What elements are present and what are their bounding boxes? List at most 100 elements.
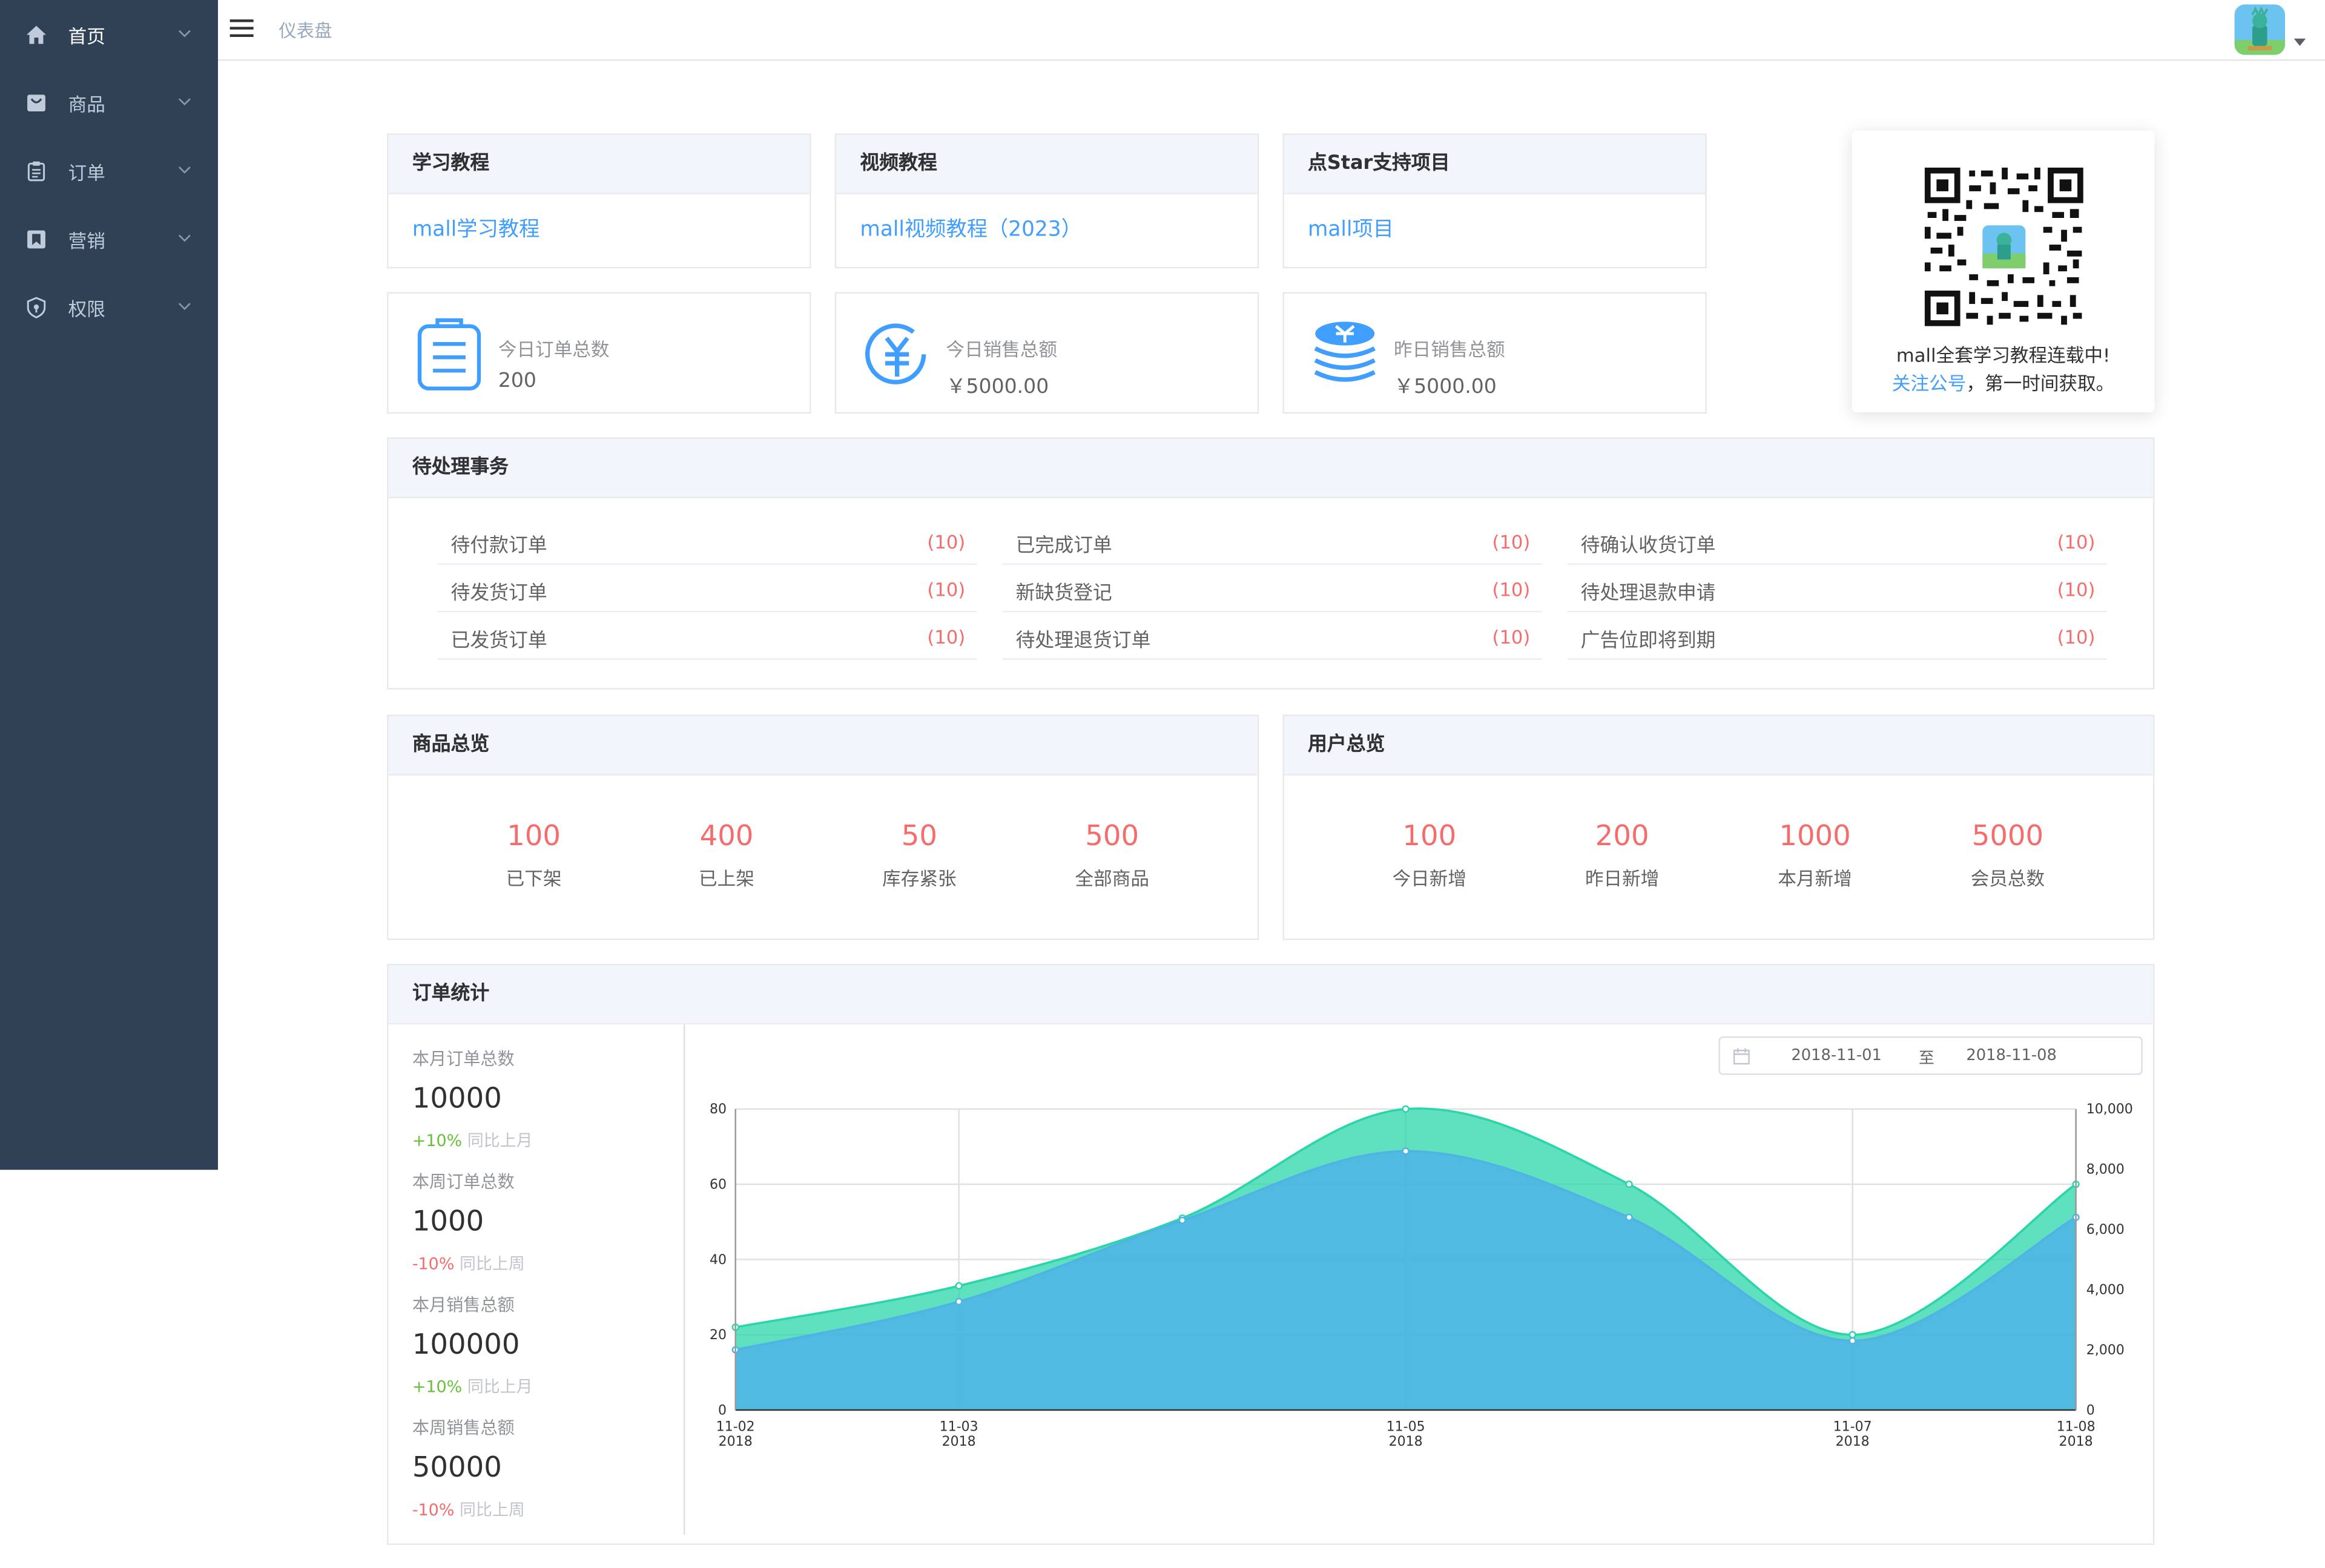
summary-title: 本月订单总数: [412, 1048, 515, 1069]
sidebar-item-label: 订单: [68, 160, 105, 183]
coins-icon: [1314, 321, 1376, 382]
learning-tutorial-link[interactable]: mall学习教程: [412, 218, 540, 242]
qrcode-caption: mall全套学习教程连载中!: [1896, 344, 2111, 366]
todo-item[interactable]: 已完成订单 (10): [1002, 518, 1542, 565]
overview-label: 本月新增: [1778, 867, 1852, 890]
todo-label[interactable]: 广告位即将到期: [1581, 624, 1716, 653]
stat-title: 今日销售总额: [946, 338, 1058, 361]
qrcode-card: mall全套学习教程连载中! 关注公号，第一时间获取。: [1852, 130, 2155, 412]
card-title: 学习教程: [388, 134, 810, 194]
x-tick-label: 11-05: [1387, 1419, 1425, 1434]
follow-link[interactable]: 关注公号: [1892, 372, 1966, 395]
sidebar-item-label: 商品: [68, 93, 105, 115]
todo-item[interactable]: 已发货订单 (10): [437, 612, 977, 660]
stat-today-sales: 今日销售总额 ￥5000.00: [834, 292, 1259, 414]
data-point: [1625, 1213, 1633, 1221]
data-point: [1625, 1181, 1633, 1188]
marketing-icon: [24, 227, 47, 251]
summary-title: 本周销售总额: [412, 1417, 515, 1438]
overview-value: 5000: [1971, 820, 2044, 853]
date-start-input[interactable]: 2018-11-01: [1791, 1047, 1881, 1064]
overview-label: 已上架: [699, 867, 754, 890]
overview-item: 400 已上架: [645, 820, 808, 891]
summary-change: -10% 同比上周: [412, 1497, 679, 1521]
tutorial-card-learning: 学习教程 mall学习教程: [387, 133, 811, 269]
overview-item: 200 昨日新增: [1541, 820, 1704, 891]
todo-item[interactable]: 待付款订单 (10): [437, 518, 977, 565]
qrcode-caption-2: 关注公号，第一时间获取。: [1852, 367, 2155, 396]
change-compare: 同比上月: [467, 1131, 533, 1151]
avatar-icon[interactable]: [2234, 4, 2285, 55]
todo-label[interactable]: 已发货订单: [450, 624, 547, 653]
sidebar-item-home[interactable]: 首页: [0, 0, 218, 68]
todo-label[interactable]: 待发货订单: [450, 577, 547, 605]
x-tick-year: 2018: [1836, 1434, 1870, 1449]
y-right-tick-label: 2,000: [2086, 1343, 2125, 1358]
y-left-tick-label: 0: [718, 1403, 727, 1418]
sidebar-item-label: 营销: [68, 229, 105, 252]
video-tutorial-link[interactable]: mall视频教程（2023）: [860, 218, 1081, 242]
data-point: [1848, 1337, 1856, 1345]
yuan-icon: [865, 323, 926, 384]
order-icon: [24, 159, 47, 182]
overview-value: 50: [901, 820, 937, 853]
tutorial-card-star: 点Star支持项目 mall项目: [1282, 133, 1707, 269]
todo-item[interactable]: 待处理退货订单 (10): [1002, 612, 1542, 660]
breadcrumb[interactable]: 仪表盘: [279, 18, 332, 43]
y-left-tick-label: 40: [710, 1253, 727, 1268]
chevron-down-icon: [178, 234, 191, 242]
sidebar-item-order[interactable]: 订单: [0, 136, 218, 205]
change-percent: +10%: [412, 1131, 463, 1151]
data-point: [1848, 1331, 1856, 1339]
sidebar-item-permission[interactable]: 权限: [0, 273, 218, 341]
summary-value: 100000: [412, 1328, 520, 1362]
hamburger-icon[interactable]: [229, 16, 254, 40]
todo-item[interactable]: 待确认收货订单 (10): [1567, 518, 2108, 565]
overview-item: 500 全部商品: [1031, 820, 1193, 891]
todo-item[interactable]: 广告位即将到期 (10): [1567, 612, 2108, 660]
todo-count: (10): [1492, 578, 1531, 601]
date-separator: 至: [1919, 1049, 1934, 1068]
product-overview-title: 商品总览: [388, 716, 1258, 776]
overview-value: 1000: [1779, 820, 1851, 853]
sidebar-item-product[interactable]: 商品: [0, 68, 218, 137]
todo-label[interactable]: 待确认收货订单: [1581, 529, 1716, 558]
x-tick-year: 2018: [2059, 1434, 2093, 1449]
product-overview-panel: 商品总览 100 已下架 400 已上架 50 库存紧张 500 全部商品: [387, 714, 1259, 940]
todo-item[interactable]: 待处理退款申请 (10): [1567, 565, 2108, 613]
overview-value: 500: [1085, 820, 1139, 853]
todo-item[interactable]: 待发货订单 (10): [437, 565, 977, 613]
project-link[interactable]: mall项目: [1308, 218, 1394, 242]
sidebar-item-label: 首页: [68, 24, 105, 47]
summary-block: 本周销售总额 50000 -10% 同比上周: [412, 1416, 679, 1521]
change-percent: +10%: [412, 1377, 463, 1397]
todo-label[interactable]: 待付款订单: [450, 529, 547, 558]
todo-label[interactable]: 待处理退货订单: [1016, 624, 1151, 653]
todo-label[interactable]: 待处理退款申请: [1581, 577, 1716, 605]
overview-value: 100: [1402, 820, 1457, 853]
date-end-input[interactable]: 2018-11-08: [1966, 1047, 2056, 1064]
chevron-down-icon: [178, 30, 191, 38]
x-tick-year: 2018: [719, 1434, 753, 1449]
todo-item[interactable]: 新缺货登记 (10): [1002, 565, 1542, 613]
order-chart: 0 20 40 60 80 0 2,000 4,000 6,000 8,000 10,000 11-0…: [710, 1102, 2133, 1449]
date-range-picker[interactable]: 2018-11-01 至 2018-11-08: [1718, 1036, 2143, 1075]
caret-down-icon[interactable]: [2294, 38, 2306, 46]
data-point: [955, 1297, 963, 1306]
calendar-icon: [1733, 1048, 1750, 1065]
overview-label: 会员总数: [1970, 867, 2045, 890]
todo-count: (10): [1492, 530, 1531, 553]
todo-count: (10): [2057, 625, 2096, 648]
y-left-tick-label: 60: [710, 1177, 727, 1192]
summary-change: +10% 同比上月: [412, 1128, 679, 1152]
change-compare: 同比上月: [467, 1377, 533, 1397]
y-right-tick-label: 10,000: [2086, 1102, 2133, 1117]
y-right-tick-label: 6,000: [2086, 1222, 2125, 1237]
todo-label[interactable]: 新缺货登记: [1016, 577, 1112, 605]
x-tick-year: 2018: [1389, 1434, 1423, 1449]
qrcode-image: [1924, 167, 2083, 326]
sidebar-item-marketing[interactable]: 营销: [0, 205, 218, 273]
todo-label[interactable]: 已完成订单: [1016, 529, 1112, 558]
todo-panel: 待处理事务 待付款订单 (10) 待发货订单 (10) 已发货订单 (10) 已完成订…: [387, 437, 2155, 690]
x-tick-label: 11-02: [716, 1419, 755, 1434]
